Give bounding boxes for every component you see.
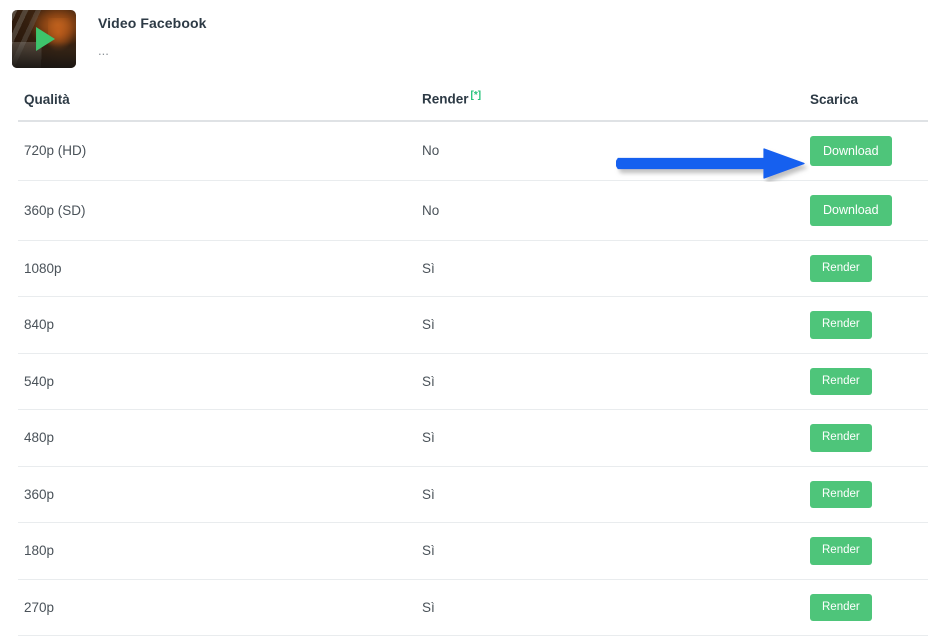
column-header-quality: Qualità [18, 90, 416, 122]
cell-action: Render [804, 409, 928, 467]
table-row: 480p Sì Render [18, 409, 928, 467]
cell-quality: 840p [18, 296, 416, 354]
video-subtitle: ... [98, 43, 109, 58]
cell-quality: 1080p [18, 240, 416, 297]
column-header-render: Render [*] [416, 90, 804, 122]
cell-render: Sì [416, 240, 804, 297]
table-row: 720p (HD) No Download [18, 120, 928, 181]
cell-quality: 360p (SD) [18, 180, 416, 241]
cell-quality: 360p [18, 466, 416, 523]
render-button[interactable]: Render [810, 367, 872, 395]
video-info-card: Video Facebook ... [0, 0, 929, 72]
cell-render: Sì [416, 466, 804, 523]
cell-render: Sì [416, 353, 804, 410]
video-meta: Video Facebook ... [98, 10, 207, 58]
cell-quality: 270p [18, 579, 416, 636]
quality-table-wrapper: Qualità Render [*] Scarica 720p (HD) No Dow… [0, 90, 929, 636]
render-button[interactable]: Render [810, 311, 872, 339]
render-footnote-marker: [*] [470, 90, 482, 101]
cell-action: Render [804, 522, 928, 580]
cell-render: Sì [416, 296, 804, 354]
table-row: 270p Sì Render [18, 579, 928, 636]
cell-quality: 180p [18, 522, 416, 580]
download-button[interactable]: Download [810, 135, 892, 166]
render-button[interactable]: Render [810, 593, 872, 621]
column-header-render-label: Render [422, 91, 469, 107]
cell-render: Sì [416, 522, 804, 580]
table-row: 360p (SD) No Download [18, 180, 928, 241]
table-row: 540p Sì Render [18, 353, 928, 410]
render-button[interactable]: Render [810, 254, 872, 282]
cell-render: Sì [416, 409, 804, 467]
cell-action: Download [804, 180, 928, 241]
cell-quality: 480p [18, 409, 416, 467]
column-header-scarica-label: Scarica [810, 91, 859, 107]
cell-render: Sì [416, 579, 804, 636]
table-header: Qualità Render [*] Scarica [18, 90, 928, 122]
table-row: 180p Sì Render [18, 522, 928, 580]
download-button[interactable]: Download [810, 195, 892, 226]
column-header-scarica: Scarica [804, 90, 928, 122]
table-header-row: Qualità Render [*] Scarica [18, 90, 928, 122]
cell-action: Render [804, 240, 928, 297]
video-thumbnail[interactable] [12, 10, 76, 68]
cell-action: Render [804, 353, 928, 410]
render-button[interactable]: Render [810, 480, 872, 508]
column-header-quality-label: Qualità [24, 91, 70, 107]
quality-table: Qualità Render [*] Scarica 720p (HD) No Dow… [18, 90, 928, 636]
table-row: 1080p Sì Render [18, 240, 928, 297]
cell-action: Render [804, 296, 928, 354]
play-triangle-icon[interactable] [36, 27, 56, 51]
cell-render: No [416, 120, 804, 181]
render-button[interactable]: Render [810, 424, 872, 452]
render-button[interactable]: Render [810, 537, 872, 565]
table-row: 360p Sì Render [18, 466, 928, 523]
video-title: Video Facebook [98, 15, 207, 31]
cell-render: No [416, 180, 804, 241]
cell-quality: 540p [18, 353, 416, 410]
table-row: 840p Sì Render [18, 296, 928, 354]
table-body: 720p (HD) No Download 360p (SD) No Download 10… [18, 120, 928, 636]
cell-quality: 720p (HD) [18, 120, 416, 181]
cell-action: Render [804, 466, 928, 523]
cell-action: Render [804, 579, 928, 636]
cell-action: Download [804, 120, 928, 181]
